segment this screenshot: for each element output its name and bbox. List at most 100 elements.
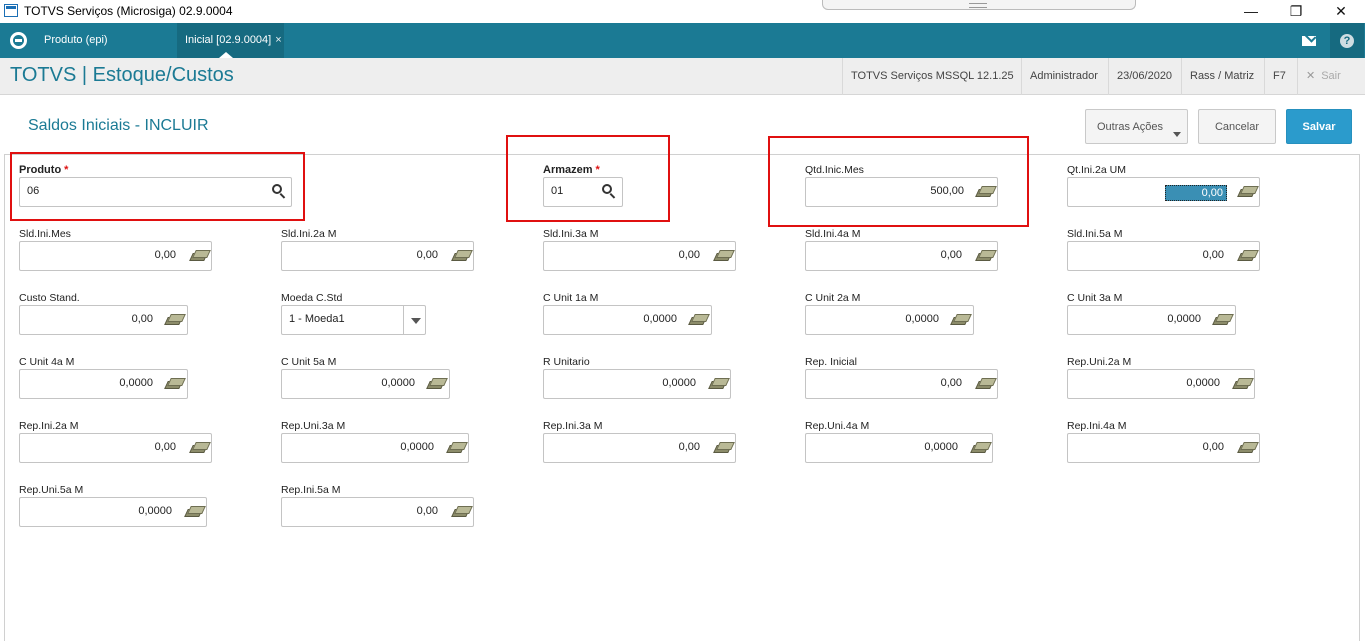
qt-ini-2a-um-input[interactable]: 0,00 xyxy=(1067,177,1260,207)
chevron-down-icon[interactable] xyxy=(411,318,421,324)
messages-button[interactable] xyxy=(1292,23,1326,58)
rep-ini-4a-m-input[interactable]: 0,00 xyxy=(1067,433,1260,463)
rep-ini-4a-m-label: Rep.Ini.4a M xyxy=(1067,420,1127,432)
rep-uni-3a-m-input[interactable]: 0,0000 xyxy=(281,433,469,463)
rep-uni-2a-m-input[interactable]: 0,0000 xyxy=(1067,369,1255,399)
c-unit-2a-m-input[interactable]: 0,0000 xyxy=(805,305,974,335)
rep-ini-5a-m-input[interactable]: 0,00 xyxy=(281,497,474,527)
rep-ini-3a-m-input[interactable]: 0,00 xyxy=(543,433,736,463)
sld-ini-mes-input[interactable]: 0,00 xyxy=(19,241,212,271)
money-icon[interactable] xyxy=(688,314,710,326)
app-window-icon xyxy=(4,4,18,17)
rep-ini-3a-m-label: Rep.Ini.3a M xyxy=(543,420,603,432)
drag-grip-icon xyxy=(969,3,987,8)
money-icon[interactable] xyxy=(189,250,211,262)
tab-produto-epi[interactable]: Produto (epi) [02.9.0035]× xyxy=(36,23,176,81)
save-button[interactable]: Salvar xyxy=(1286,109,1352,144)
restore-button[interactable]: ❐ xyxy=(1273,0,1319,23)
c-unit-5a-m-label: C Unit 5a M xyxy=(281,356,337,368)
c-unit-2a-m-label: C Unit 2a M xyxy=(805,292,861,304)
money-icon[interactable] xyxy=(975,378,997,390)
c-unit-3a-m-value: 0,0000 xyxy=(1167,313,1201,325)
sld-ini-mes-label: Sld.Ini.Mes xyxy=(19,228,71,240)
rep-ini-5a-m-label: Rep.Ini.5a M xyxy=(281,484,341,496)
minimize-button[interactable]: — xyxy=(1228,0,1274,23)
c-unit-5a-m-field: C Unit 5a M 0,0000 xyxy=(281,356,450,399)
sld-ini-4a-m-input[interactable]: 0,00 xyxy=(805,241,998,271)
rep-inicial-input[interactable]: 0,00 xyxy=(805,369,998,399)
c-unit-3a-m-label: C Unit 3a M xyxy=(1067,292,1123,304)
rep-uni-4a-m-input[interactable]: 0,0000 xyxy=(805,433,993,463)
rep-uni-3a-m-value: 0,0000 xyxy=(400,441,434,453)
sld-ini-2a-m-field: Sld.Ini.2a M 0,00 xyxy=(281,228,474,271)
module-title: TOTVS | Estoque/Custos xyxy=(10,64,234,86)
qt-ini-2a-um-field: Qt.Ini.2a UM 0,00 xyxy=(1067,164,1260,207)
money-icon[interactable] xyxy=(451,506,473,518)
environment-info: TOTVS Serviços MSSQL 12.1.25 xyxy=(842,58,1022,95)
custo-stand-field: Custo Stand. 0,00 xyxy=(19,292,188,335)
branch-info[interactable]: Rass / Matriz xyxy=(1181,58,1262,95)
sld-ini-4a-m-field: Sld.Ini.4a M 0,00 xyxy=(805,228,998,271)
rep-uni-5a-m-field: Rep.Uni.5a M 0,0000 xyxy=(19,484,207,527)
user-info[interactable]: Administrador xyxy=(1021,58,1106,95)
money-icon[interactable] xyxy=(184,506,206,518)
money-icon[interactable] xyxy=(1237,250,1259,262)
rep-ini-4a-m-field: Rep.Ini.4a M 0,00 xyxy=(1067,420,1260,463)
help-button[interactable]: ? xyxy=(1330,23,1364,58)
shortcut-f7[interactable]: F7 xyxy=(1264,58,1294,95)
money-icon[interactable] xyxy=(189,442,211,454)
money-icon[interactable] xyxy=(451,250,473,262)
rep-uni-5a-m-input[interactable]: 0,0000 xyxy=(19,497,207,527)
tab-label: Inicial [02.9.0004] xyxy=(185,34,272,46)
money-icon[interactable] xyxy=(446,442,468,454)
money-icon[interactable] xyxy=(164,314,186,326)
money-icon[interactable] xyxy=(1232,378,1254,390)
sld-ini-3a-m-label: Sld.Ini.3a M xyxy=(543,228,599,240)
tab-close-icon[interactable]: × xyxy=(275,34,281,46)
sld-ini-2a-m-input[interactable]: 0,00 xyxy=(281,241,474,271)
money-icon[interactable] xyxy=(950,314,972,326)
c-unit-4a-m-field: C Unit 4a M 0,0000 xyxy=(19,356,188,399)
exit-button[interactable]: ✕ Sair xyxy=(1297,58,1349,95)
c-unit-5a-m-input[interactable]: 0,0000 xyxy=(281,369,450,399)
tab-bar: Produto (epi) [02.9.0035]× Inicial [02.9… xyxy=(0,23,1365,81)
money-icon[interactable] xyxy=(164,378,186,390)
c-unit-3a-m-input[interactable]: 0,0000 xyxy=(1067,305,1236,335)
c-unit-2a-m-value: 0,0000 xyxy=(905,313,939,325)
sld-ini-3a-m-value: 0,00 xyxy=(678,249,700,261)
close-icon: ✕ xyxy=(1306,70,1316,82)
moeda-c-std-field: Moeda C.Std 1 - Moeda1 xyxy=(281,292,426,335)
page-content: Saldos Iniciais - INCLUIR Outras Ações C… xyxy=(0,95,1365,641)
totvs-logo-icon[interactable] xyxy=(10,32,27,49)
moeda-c-std-label: Moeda C.Std xyxy=(281,292,343,304)
moeda-c-std-select[interactable]: 1 - Moeda1 xyxy=(281,305,426,335)
money-icon[interactable] xyxy=(708,378,730,390)
c-unit-1a-m-input[interactable]: 0,0000 xyxy=(543,305,712,335)
sld-ini-4a-m-value: 0,00 xyxy=(940,249,962,261)
c-unit-1a-m-field: C Unit 1a M 0,0000 xyxy=(543,292,712,335)
rep-ini-5a-m-field: Rep.Ini.5a M 0,00 xyxy=(281,484,474,527)
sld-ini-3a-m-input[interactable]: 0,00 xyxy=(543,241,736,271)
money-icon[interactable] xyxy=(1212,314,1234,326)
date-info[interactable]: 23/06/2020 xyxy=(1108,58,1180,95)
rep-ini-2a-m-input[interactable]: 0,00 xyxy=(19,433,212,463)
cancel-button[interactable]: Cancelar xyxy=(1198,109,1276,144)
c-unit-4a-m-label: C Unit 4a M xyxy=(19,356,75,368)
close-window-button[interactable]: ✕ xyxy=(1318,0,1364,23)
sld-ini-5a-m-input[interactable]: 0,00 xyxy=(1067,241,1260,271)
window-title-bar: TOTVS Serviços (Microsiga) 02.9.0004 — ❐… xyxy=(0,0,1365,23)
other-actions-button[interactable]: Outras Ações xyxy=(1085,109,1188,144)
money-icon[interactable] xyxy=(713,250,735,262)
money-icon[interactable] xyxy=(1237,442,1259,454)
money-icon[interactable] xyxy=(975,250,997,262)
c-unit-4a-m-input[interactable]: 0,0000 xyxy=(19,369,188,399)
money-icon[interactable] xyxy=(426,378,448,390)
r-unitario-input[interactable]: 0,0000 xyxy=(543,369,731,399)
money-icon[interactable] xyxy=(970,442,992,454)
tab-inicial[interactable]: Inicial [02.9.0004] × xyxy=(177,23,284,58)
money-icon[interactable] xyxy=(1237,186,1259,198)
r-unitario-value: 0,0000 xyxy=(662,377,696,389)
money-icon[interactable] xyxy=(713,442,735,454)
sld-ini-5a-m-value: 0,00 xyxy=(1202,249,1224,261)
custo-stand-input[interactable]: 0,00 xyxy=(19,305,188,335)
